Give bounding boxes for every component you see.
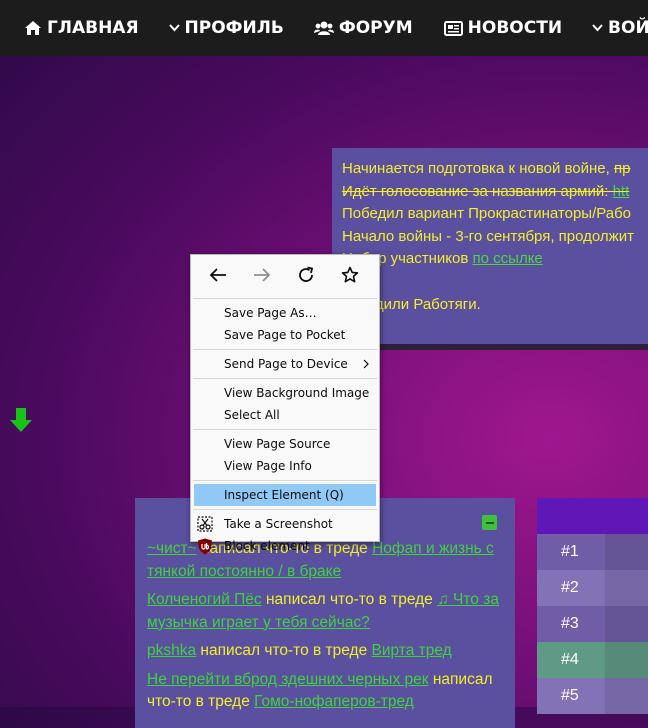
rank-number: #1: [537, 534, 605, 570]
table-row: #1: [537, 534, 648, 570]
thread-link[interactable]: Гомо-нофаперов-тред: [254, 693, 414, 710]
menu-item-label: Take a Screenshot: [224, 517, 333, 531]
context-menu: Save Page As… Save Page to Pocket Send P…: [190, 254, 380, 555]
menu-item-save-to-pocket[interactable]: Save Page to Pocket: [191, 324, 379, 346]
menu-separator: [193, 480, 377, 481]
forward-arrow-icon: [254, 268, 271, 282]
collapse-button[interactable]: [482, 515, 497, 530]
news-line: Идёт голосование за названия армий: htt: [342, 181, 648, 204]
menu-item-block-element[interactable]: Block element: [191, 535, 379, 557]
screenshot-icon: [197, 516, 213, 535]
action-text: написал что-то в треде: [196, 642, 372, 659]
user-link[interactable]: pkshka: [147, 642, 196, 659]
menu-item-select-all[interactable]: Select All: [191, 404, 379, 426]
rank-number: #2: [537, 570, 605, 606]
rank-number: #4: [537, 642, 605, 678]
news-line: [342, 271, 648, 294]
forward-button[interactable]: [249, 262, 275, 288]
back-button[interactable]: [205, 262, 231, 288]
user-link[interactable]: Колченогий Пёс: [147, 591, 262, 608]
menu-item-inspect-element[interactable]: Inspect Element (Q): [194, 484, 376, 506]
rank-number: #3: [537, 606, 605, 642]
home-icon: [24, 20, 42, 36]
table-row: #4: [537, 642, 648, 678]
menu-item-take-screenshot[interactable]: Take a Screenshot: [191, 513, 379, 535]
menu-separator: [193, 509, 377, 510]
nav-label: ФОРУМ: [338, 18, 413, 38]
rank-cell: [605, 642, 648, 678]
table-row: #2: [537, 570, 648, 606]
user-link[interactable]: Не перейти вброд здешних черных рек: [147, 671, 429, 688]
menu-separator: [193, 378, 377, 379]
menu-separator: [193, 349, 377, 350]
top-nav: ГЛАВНАЯ ПРОФИЛЬ ФОРУМ НОВОСТИ ВОЙ: [0, 0, 648, 56]
thread-link[interactable]: Вирта тред: [372, 642, 452, 659]
table-row: #5: [537, 678, 648, 714]
arrow-down-icon[interactable]: [8, 406, 34, 439]
minus-icon: [485, 521, 494, 524]
bookmark-button[interactable]: [337, 262, 363, 288]
list-item: Колченогий Пёс написал что-то в треде ♫ …: [147, 589, 503, 634]
nav-item-home[interactable]: ГЛАВНАЯ: [24, 18, 139, 38]
news-link[interactable]: по ссылке: [473, 250, 543, 267]
news-line: победили Работяги.: [342, 295, 481, 313]
news-link[interactable]: htt: [613, 183, 630, 200]
nav-label: ПРОФИЛЬ: [184, 18, 284, 38]
news-line: Набор участников по ссылке: [342, 248, 648, 271]
menu-item-view-background-image[interactable]: View Background Image: [191, 382, 379, 404]
context-menu-navigation: [191, 255, 379, 295]
action-text: написал что-то в треде: [261, 591, 438, 608]
nav-label: НОВОСТИ: [467, 18, 563, 38]
nav-label: ГЛАВНАЯ: [47, 18, 139, 38]
news-line: Победил вариант Прокрастинаторы/Рабо: [342, 205, 632, 223]
menu-item-label: Send Page to Device: [224, 357, 348, 371]
news-line: Начинается подготовка к новой войне, пр: [342, 158, 648, 181]
rank-cell: [605, 570, 648, 606]
rank-cell: [605, 534, 648, 570]
table-header: [537, 498, 648, 534]
ranking-table: #1 #2 #3 #4 #5: [537, 498, 648, 714]
rank-number: #5: [537, 678, 605, 714]
menu-item-send-to-device[interactable]: Send Page to Device: [191, 353, 379, 375]
nav-label: ВОЙНА: [608, 18, 648, 38]
menu-separator: [193, 429, 377, 430]
reload-button[interactable]: [293, 262, 319, 288]
back-arrow-icon: [209, 268, 226, 282]
users-icon: [313, 20, 334, 36]
user-link[interactable]: ~чист~: [147, 540, 197, 557]
news-text: Начинается подготовка к новой войне,: [342, 160, 614, 177]
star-icon: [341, 266, 359, 283]
rank-cell: [605, 678, 648, 714]
menu-item-view-page-source[interactable]: View Page Source: [191, 433, 379, 455]
reload-icon: [299, 266, 314, 282]
nav-item-war[interactable]: ВОЙНА: [592, 18, 648, 38]
chevron-down-icon: [168, 24, 180, 32]
rank-cell: [605, 606, 648, 642]
news-struck-text: Идёт голосование за названия армий:: [342, 182, 613, 200]
menu-separator: [193, 298, 377, 299]
menu-item-save-page-as[interactable]: Save Page As…: [191, 302, 379, 324]
menu-item-view-page-info[interactable]: View Page Info: [191, 455, 379, 477]
ublock-shield-icon: [197, 538, 213, 558]
newspaper-icon: [443, 20, 463, 36]
menu-item-label: Block element: [224, 539, 310, 553]
list-item: pkshka написал что-то в треде Вирта тред: [147, 640, 503, 663]
news-line: Начало войны - 3-го сентября, продолжит: [342, 227, 634, 245]
chevron-right-icon: [363, 358, 369, 372]
table-row: #3: [537, 606, 648, 642]
chevron-down-icon: [592, 24, 603, 32]
nav-item-profile[interactable]: ПРОФИЛЬ: [168, 18, 284, 38]
news-struck-text: пр: [614, 160, 631, 177]
nav-item-news[interactable]: НОВОСТИ: [443, 18, 562, 38]
nav-item-forum[interactable]: ФОРУМ: [313, 18, 413, 38]
